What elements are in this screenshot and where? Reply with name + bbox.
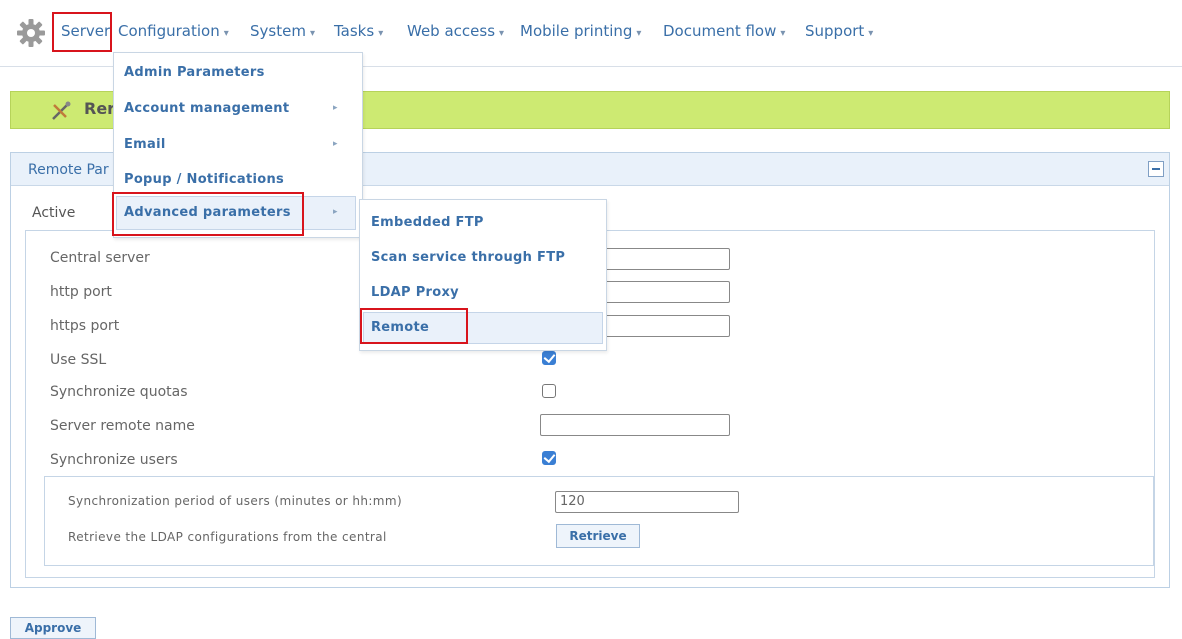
menu-mobile-printing[interactable]: Mobile printing ▾ xyxy=(520,22,641,40)
chevron-right-icon: ▸ xyxy=(333,207,338,217)
sync-users-label: Synchronize users xyxy=(50,452,178,468)
dropdown-item-email[interactable]: Email xyxy=(124,137,166,152)
dropdown-item-account-management[interactable]: Account management xyxy=(124,101,289,116)
central-server-label: Central server xyxy=(50,250,150,266)
chevron-down-icon: ▾ xyxy=(378,28,384,39)
submenu-item-scan-service-ftp[interactable]: Scan service through FTP xyxy=(371,250,565,265)
highlight-advanced-parameters xyxy=(112,192,304,236)
http-port-label: http port xyxy=(50,284,112,300)
https-port-label: https port xyxy=(50,318,120,334)
chevron-down-icon: ▾ xyxy=(309,28,315,39)
dropdown-item-admin-parameters[interactable]: Admin Parameters xyxy=(124,65,265,80)
menu-system-label: System xyxy=(250,22,306,40)
panel-title: Remote Par xyxy=(28,162,109,178)
dropdown-item-popup-notifications[interactable]: Popup / Notifications xyxy=(124,172,284,187)
sync-users-fieldset xyxy=(44,476,1154,566)
active-legend: Active xyxy=(32,205,76,221)
gear-icon xyxy=(17,19,45,47)
chevron-down-icon: ▾ xyxy=(868,28,874,39)
use-ssl-label: Use SSL xyxy=(50,352,107,368)
menu-system[interactable]: System ▾ xyxy=(250,22,315,40)
menu-document-flow[interactable]: Document flow ▾ xyxy=(663,22,785,40)
highlight-remote xyxy=(360,308,468,344)
retrieve-button[interactable]: Retrieve xyxy=(556,524,640,548)
sync-quotas-label: Synchronize quotas xyxy=(50,384,188,400)
chevron-down-icon: ▾ xyxy=(499,28,505,39)
chevron-down-icon: ▾ xyxy=(780,28,786,39)
menu-configuration-label: Configuration xyxy=(118,22,220,40)
menu-web-access[interactable]: Web access ▾ xyxy=(407,22,504,40)
chevron-right-icon: ▸ xyxy=(333,103,338,113)
server-remote-name-label: Server remote name xyxy=(50,418,195,434)
menu-tasks[interactable]: Tasks ▾ xyxy=(334,22,383,40)
chevron-down-icon: ▾ xyxy=(636,28,642,39)
submenu-item-embedded-ftp[interactable]: Embedded FTP xyxy=(371,215,484,230)
menu-web-access-label: Web access xyxy=(407,22,496,40)
chevron-right-icon: ▸ xyxy=(333,139,338,149)
menu-support[interactable]: Support ▾ xyxy=(805,22,873,40)
sync-period-input[interactable]: 120 xyxy=(555,491,739,513)
retrieve-ldap-label: Retrieve the LDAP configurations from th… xyxy=(68,530,387,544)
server-remote-name-input[interactable] xyxy=(540,414,730,436)
minus-icon[interactable] xyxy=(1148,161,1164,177)
menu-tasks-label: Tasks xyxy=(334,22,375,40)
page-title: Rer xyxy=(84,99,116,118)
submenu-item-ldap-proxy[interactable]: LDAP Proxy xyxy=(371,285,459,300)
sync-quotas-checkbox[interactable] xyxy=(542,384,556,398)
sync-users-checkbox[interactable] xyxy=(542,451,556,465)
menu-configuration[interactable]: Configuration ▾ xyxy=(118,22,229,40)
menu-support-label: Support xyxy=(805,22,865,40)
tools-icon xyxy=(52,101,71,120)
highlight-server xyxy=(52,12,112,52)
menu-document-flow-label: Document flow xyxy=(663,22,777,40)
sync-period-label: Synchronization period of users (minutes… xyxy=(68,494,403,508)
menu-mobile-printing-label: Mobile printing xyxy=(520,22,633,40)
chevron-down-icon: ▾ xyxy=(223,28,229,39)
use-ssl-checkbox[interactable] xyxy=(542,351,556,365)
